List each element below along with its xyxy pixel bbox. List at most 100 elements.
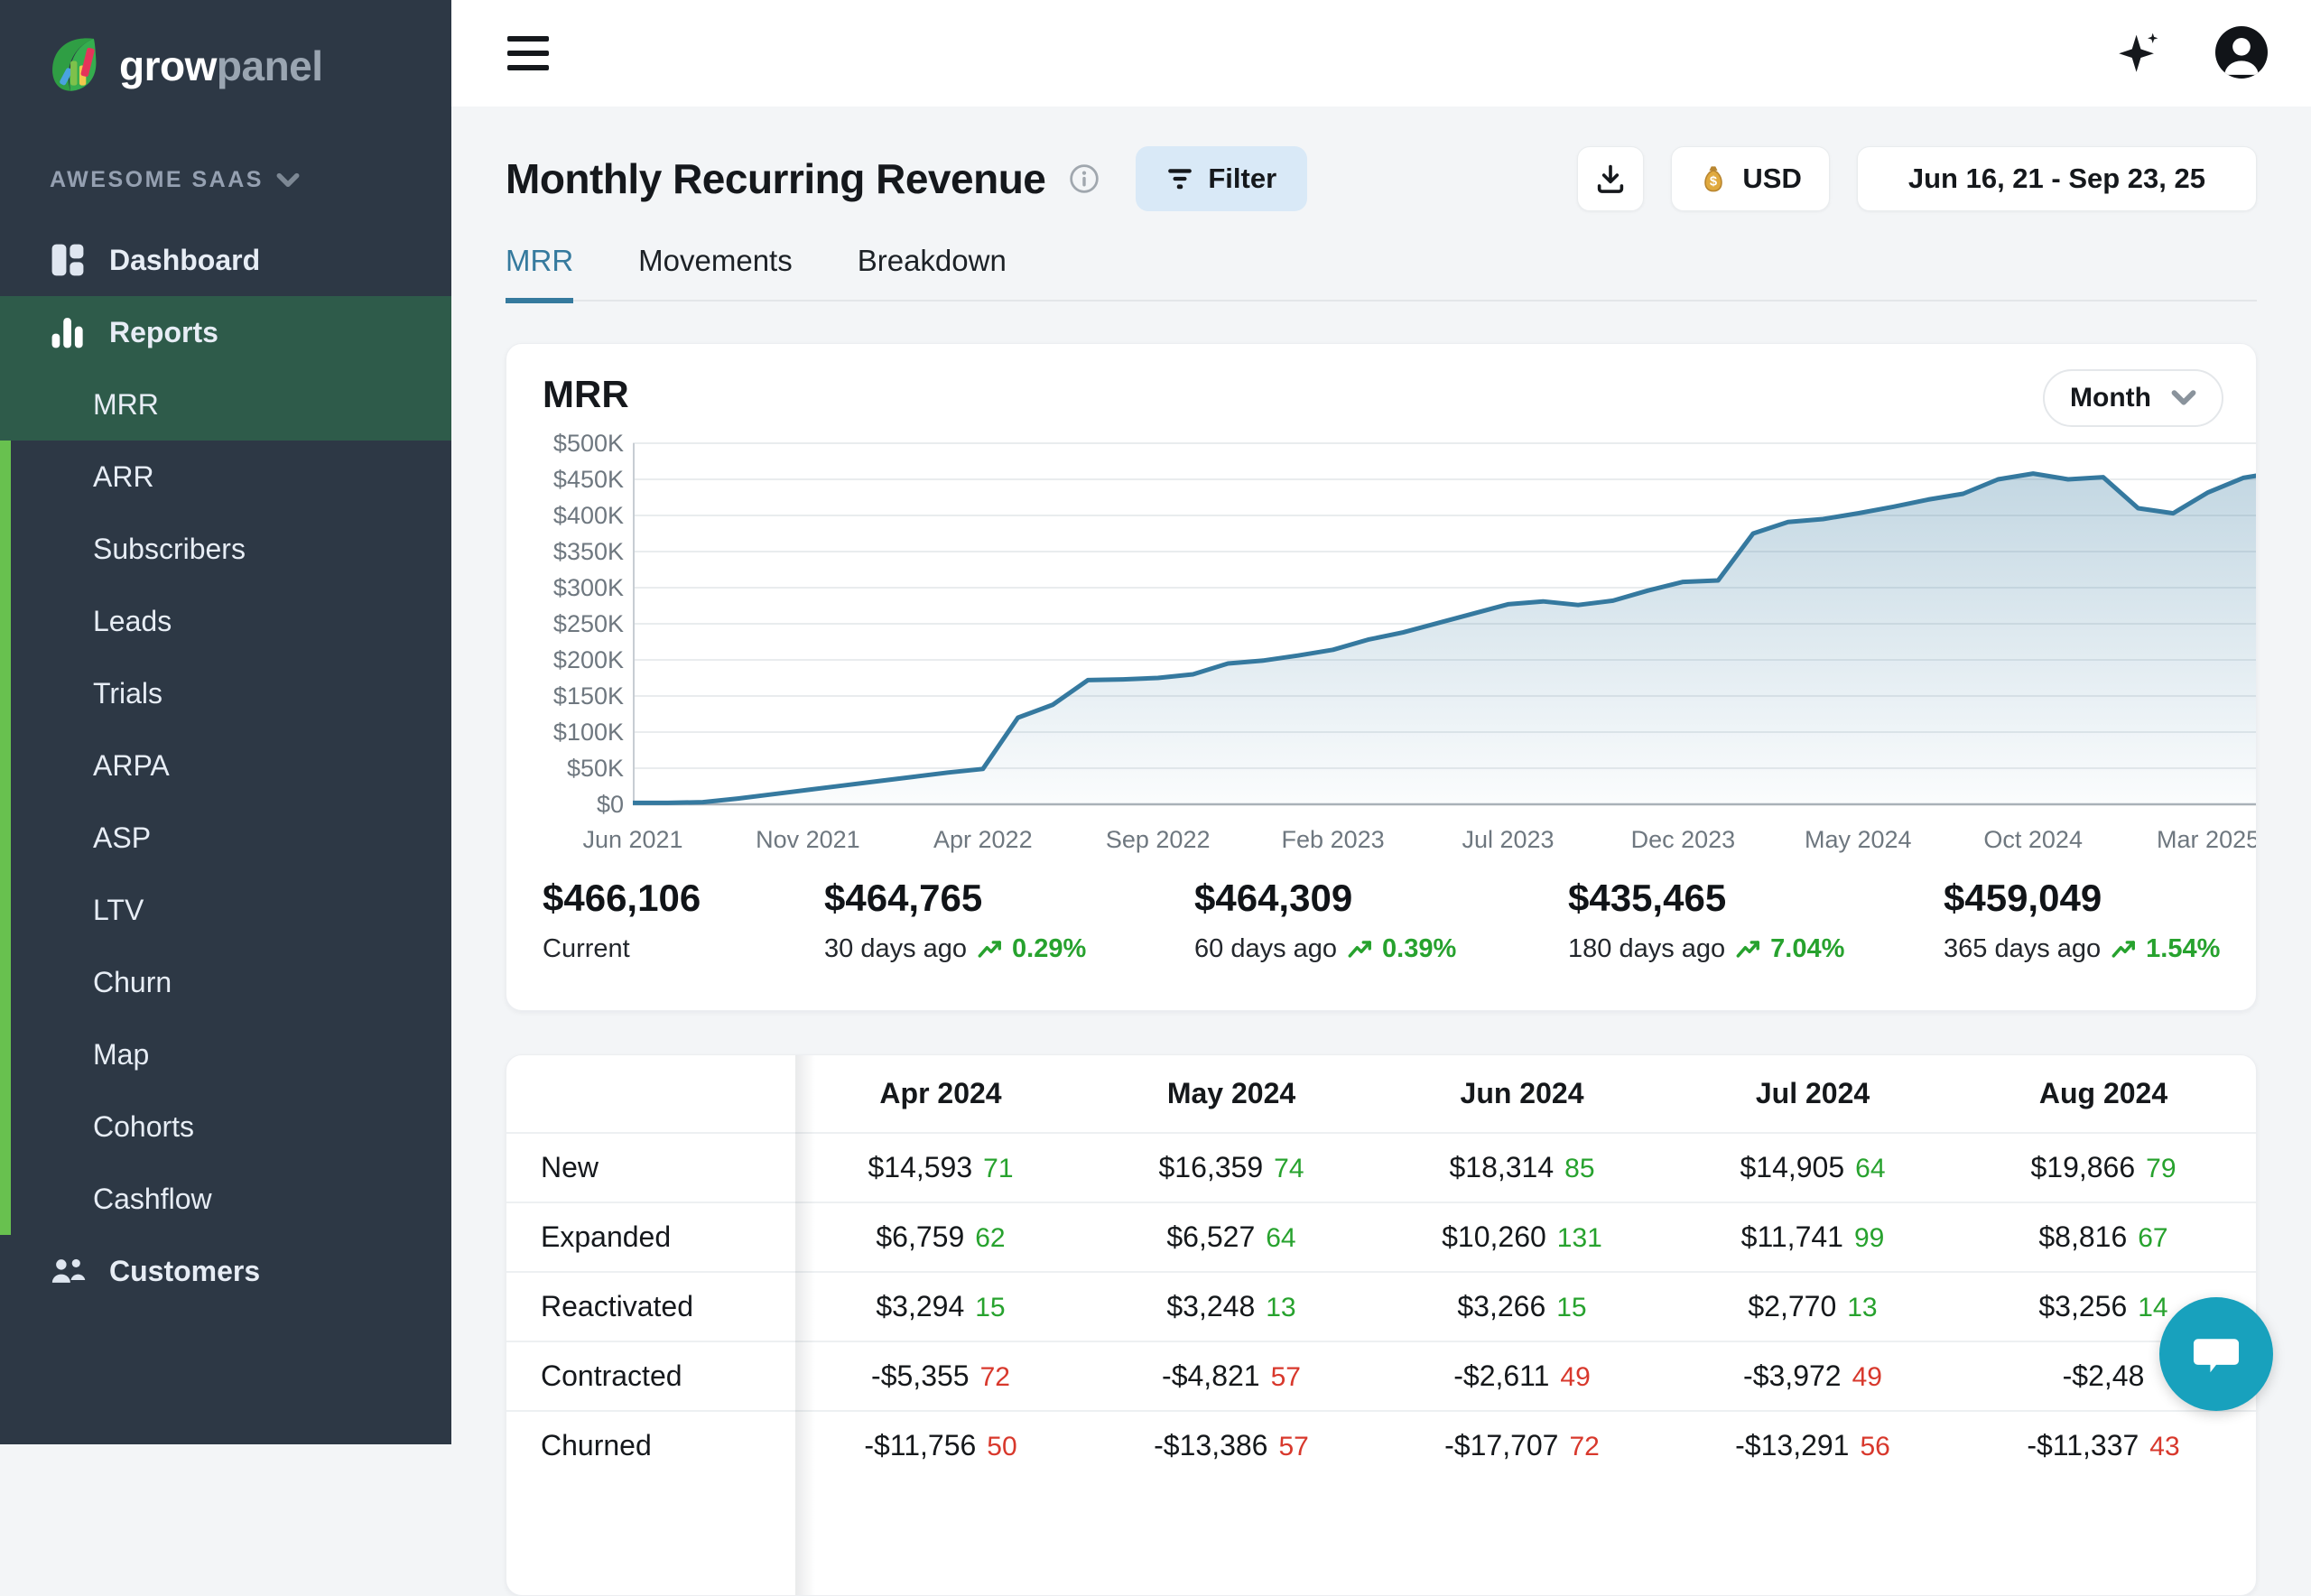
sidebar-item-map[interactable]: Map bbox=[0, 1018, 451, 1090]
sidebar-item-churn[interactable]: Churn bbox=[0, 946, 451, 1018]
stat-label: 30 days ago bbox=[824, 934, 967, 964]
cell-count: 62 bbox=[975, 1223, 1005, 1253]
info-icon[interactable] bbox=[1069, 163, 1100, 194]
cell-amount: $14,593 bbox=[868, 1151, 972, 1183]
tab-mrr[interactable]: MRR bbox=[506, 244, 573, 300]
row-label: New bbox=[506, 1151, 795, 1184]
money-bag-icon: $ bbox=[1699, 163, 1728, 194]
chevron-down-icon bbox=[276, 172, 300, 189]
mrr-chart-card: MRR Month $500K$450K$400K$350K$300K$250K… bbox=[506, 343, 2257, 1011]
cell-count: 85 bbox=[1564, 1154, 1594, 1183]
table-cell: $14,90564 bbox=[1667, 1151, 1958, 1184]
table-cell: $3,26615 bbox=[1377, 1290, 1667, 1323]
sidebar-item-label: Leads bbox=[93, 605, 172, 638]
cell-amount: -$3,972 bbox=[1743, 1359, 1842, 1392]
table-cell: -$11,33743 bbox=[1958, 1429, 2249, 1462]
y-axis-tick-label: $150K bbox=[523, 682, 624, 710]
workspace-name: AWESOME SAAS bbox=[50, 167, 264, 193]
sidebar-item-cohorts[interactable]: Cohorts bbox=[0, 1090, 451, 1163]
cell-count: 74 bbox=[1274, 1154, 1304, 1183]
tab-movements[interactable]: Movements bbox=[638, 244, 793, 300]
sidebar-item-label: Cashflow bbox=[93, 1183, 212, 1216]
cell-amount: $6,759 bbox=[876, 1220, 964, 1253]
table-cell: $6,52764 bbox=[1086, 1220, 1377, 1254]
sidebar-item-ltv[interactable]: LTV bbox=[0, 874, 451, 946]
table-cell: $18,314 85 bbox=[1377, 1151, 1667, 1184]
y-axis-tick-label: $0 bbox=[523, 791, 624, 819]
cell-count: 57 bbox=[1271, 1362, 1301, 1392]
sidebar-item-reports[interactable]: Reports bbox=[0, 296, 451, 368]
download-button[interactable] bbox=[1577, 146, 1644, 211]
sidebar-item-arr[interactable]: ARR bbox=[0, 441, 451, 513]
sidebar-item-asp[interactable]: ASP bbox=[0, 802, 451, 874]
sparkles-ai-icon[interactable] bbox=[2112, 25, 2165, 79]
menu-toggle-button[interactable] bbox=[507, 36, 549, 70]
tab-breakdown[interactable]: Breakdown bbox=[858, 244, 1007, 300]
chat-widget-button[interactable] bbox=[2159, 1297, 2273, 1411]
cell-amount: $3,294 bbox=[876, 1290, 964, 1322]
chevron-down-icon bbox=[2171, 389, 2196, 407]
sidebar-item-label: Subscribers bbox=[93, 533, 246, 566]
sidebar-item-cashflow[interactable]: Cashflow bbox=[0, 1163, 451, 1235]
cell-amount: $16,359 bbox=[1158, 1151, 1263, 1183]
svg-text:$: $ bbox=[1710, 174, 1717, 189]
stat-30-days-ago: $464,76530 days ago0.29% bbox=[824, 877, 1194, 964]
sidebar-item-customers[interactable]: Customers bbox=[0, 1235, 451, 1307]
sidebar-item-label: LTV bbox=[93, 894, 144, 927]
filter-button[interactable]: Filter bbox=[1136, 146, 1307, 211]
currency-button[interactable]: $ USD bbox=[1671, 146, 1829, 211]
stat-value: $464,765 bbox=[824, 877, 1194, 920]
stat-value: $435,465 bbox=[1568, 877, 1944, 920]
cell-amount: $10,260 bbox=[1442, 1220, 1546, 1253]
sidebar-item-label: ARPA bbox=[93, 749, 170, 783]
y-axis-tick-label: $200K bbox=[523, 646, 624, 674]
cell-count: 57 bbox=[1278, 1432, 1308, 1461]
sidebar-item-dashboard[interactable]: Dashboard bbox=[0, 224, 451, 296]
x-axis-tick-label: Oct 2024 bbox=[1956, 826, 2110, 854]
sidebar-item-arpa[interactable]: ARPA bbox=[0, 729, 451, 802]
sidebar-item-label: ASP bbox=[93, 821, 151, 855]
avatar[interactable] bbox=[2215, 26, 2268, 79]
cell-amount: $2,770 bbox=[1748, 1290, 1836, 1322]
stat-365-days-ago: $459,049365 days ago1.54% bbox=[1944, 877, 2257, 964]
sidebar-item-label: Customers bbox=[109, 1255, 260, 1288]
trend-up-icon bbox=[2111, 939, 2139, 960]
app-logo: growpanel bbox=[0, 0, 451, 97]
sidebar-item-leads[interactable]: Leads bbox=[0, 585, 451, 657]
table-cell: -$5,35572 bbox=[795, 1359, 1086, 1393]
cell-count: 99 bbox=[1854, 1223, 1884, 1253]
workspace-selector[interactable]: AWESOME SAAS bbox=[0, 97, 451, 193]
sidebar-item-label: Map bbox=[93, 1038, 149, 1072]
cell-amount: $8,816 bbox=[2038, 1220, 2127, 1253]
report-tabs: MRR Movements Breakdown bbox=[506, 244, 2257, 302]
period-selector[interactable]: Month bbox=[2043, 369, 2223, 427]
table-column-header: Jul 2024 bbox=[1667, 1077, 1958, 1110]
cell-amount: -$2,611 bbox=[1453, 1359, 1549, 1392]
sidebar-item-subscribers[interactable]: Subscribers bbox=[0, 513, 451, 585]
sidebar-nav: DashboardReportsMRRARR Subscribers Leads Tr… bbox=[0, 224, 451, 1307]
y-axis-tick-label: $350K bbox=[523, 538, 624, 566]
cell-count: 43 bbox=[2149, 1432, 2179, 1461]
cell-amount: $18,314 bbox=[1449, 1151, 1554, 1183]
page-title: Monthly Recurring Revenue bbox=[506, 154, 1045, 203]
table-row-reactivated: Reactivated$3,29415$3,24813$3,26615$2,77… bbox=[506, 1271, 2256, 1341]
stat-change: 0.39% bbox=[1348, 934, 1456, 964]
table-cell: $3,29415 bbox=[795, 1290, 1086, 1323]
reports-icon bbox=[50, 315, 86, 349]
table-cell: $3,24813 bbox=[1086, 1290, 1377, 1323]
table-cell: $19,86679 bbox=[1958, 1151, 2249, 1184]
x-axis-tick-label: Apr 2022 bbox=[906, 826, 1060, 854]
sidebar-item-mrr[interactable]: MRR bbox=[0, 368, 451, 441]
sidebar-item-trials[interactable]: Trials bbox=[0, 657, 451, 729]
cell-count: 64 bbox=[1266, 1223, 1295, 1253]
stat-180-days-ago: $435,465180 days ago7.04% bbox=[1568, 877, 1944, 964]
date-range-button[interactable]: Jun 16, 21 - Sep 23, 25 bbox=[1857, 146, 2257, 211]
table-column-header: Apr 2024 bbox=[795, 1077, 1086, 1110]
row-label: Contracted bbox=[506, 1359, 795, 1393]
x-axis-tick-label: Jun 2021 bbox=[556, 826, 710, 854]
cell-count: 56 bbox=[1860, 1432, 1889, 1461]
x-axis-tick-label: May 2024 bbox=[1781, 826, 1935, 854]
table-cell: -$11,75650 bbox=[795, 1429, 1086, 1462]
cell-count: 71 bbox=[983, 1154, 1013, 1183]
filter-icon bbox=[1166, 165, 1193, 192]
